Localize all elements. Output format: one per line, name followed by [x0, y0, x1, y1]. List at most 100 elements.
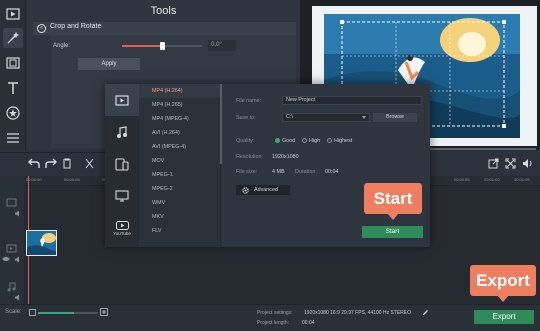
export-callout-pointer — [497, 295, 509, 302]
stickers-tool[interactable] — [3, 103, 23, 123]
start-callout: Start — [364, 183, 422, 214]
track-headers — [0, 176, 24, 304]
format-item-mp4-h265[interactable]: MP4 (H.265) — [139, 98, 221, 112]
status-bar — [0, 304, 540, 331]
zoom-in-icon[interactable] — [100, 308, 108, 316]
project-length-label: Project length: — [257, 320, 289, 326]
ruler-tick: 00:01:00 — [484, 177, 500, 182]
format-category-bar: YouTube — [105, 84, 139, 247]
file-name-label: File name: — [236, 98, 262, 104]
chevron-down-icon — [362, 116, 366, 119]
format-list: MP4 (H.264) MP4 (H.265) MP4 (MPEG-4) AVI… — [139, 84, 221, 247]
crop-rotate-title: Crop and Rotate — [50, 23, 102, 30]
quality-label: Quality: — [236, 138, 255, 144]
ruler-tick: 00:01:05 — [514, 177, 530, 182]
duration-label: Duration: — [295, 169, 317, 175]
angle-slider-handle[interactable] — [160, 42, 165, 50]
detach-icon[interactable] — [488, 158, 499, 169]
tool-strip — [0, 0, 26, 150]
fullscreen-icon[interactable] — [505, 158, 516, 169]
format-item-mkv[interactable]: MKV — [139, 210, 221, 224]
save-to-select[interactable]: C:\ — [282, 113, 370, 122]
category-video[interactable] — [105, 84, 139, 116]
angle-input[interactable]: 0,0° — [208, 40, 236, 51]
quality-high-label: High — [309, 138, 321, 144]
quality-high-radio[interactable] — [302, 138, 307, 143]
video-icon — [115, 94, 129, 106]
trash-icon[interactable] — [62, 158, 72, 169]
magic-wand-tool[interactable] — [3, 28, 23, 48]
format-item-flv[interactable]: FLV — [139, 224, 221, 238]
apply-button[interactable]: Apply — [78, 58, 140, 70]
ruler-tick: 00:00:55 — [454, 177, 470, 182]
text-t-icon — [8, 81, 18, 94]
format-item-mp4-mpeg4[interactable]: MP4 (MPEG-4) — [139, 112, 221, 126]
track-volume-icon[interactable] — [14, 294, 22, 301]
back-arrow-icon[interactable]: « — [37, 24, 46, 33]
youtube-icon — [115, 220, 129, 230]
save-to-value: C:\ — [286, 114, 293, 120]
category-audio[interactable] — [105, 116, 139, 148]
quality-highest-radio[interactable] — [327, 138, 332, 143]
list-icon — [7, 133, 19, 143]
project-settings-value: 1920x1080 16:9 29.97 FPS, 44100 Hz STERE… — [304, 310, 412, 316]
monitor-icon — [115, 190, 129, 202]
save-to-label: Save to: — [236, 115, 256, 121]
format-item-avi-h264[interactable]: AVI (H.264) — [139, 126, 221, 140]
tools-title: Tools — [150, 5, 177, 17]
quality-highest-label: Highest — [334, 138, 353, 144]
crop-rotate-header[interactable]: « Crop and Rotate — [33, 22, 296, 35]
youtube-label: YouTube — [113, 230, 131, 236]
file-size-label: File size: — [236, 169, 258, 175]
advanced-button[interactable]: Advanced — [236, 185, 290, 195]
track-volume-icon[interactable] — [14, 210, 22, 217]
redo-icon[interactable] — [45, 158, 57, 169]
format-item-mpeg2[interactable]: MPEG-2 — [139, 182, 221, 196]
category-youtube[interactable]: YouTube — [105, 212, 139, 244]
track-volume-icon[interactable] — [14, 256, 22, 263]
export-callout: Export — [470, 265, 536, 296]
quality-good-radio[interactable] — [275, 138, 280, 143]
video-clip-tool[interactable] — [3, 4, 23, 24]
export-dialog: YouTube MP4 (H.264) MP4 (H.265) MP4 (MPE… — [105, 84, 430, 247]
quality-good-label: Good — [282, 138, 296, 144]
category-tv[interactable] — [105, 180, 139, 212]
clip-thumbnail — [27, 231, 56, 255]
start-button[interactable]: Start — [362, 226, 423, 238]
devices-icon — [115, 157, 129, 171]
format-item-avi-mpeg4[interactable]: AVI (MPEG-4) — [139, 140, 221, 154]
angle-label: Angle: — [53, 43, 71, 49]
format-item-wmv[interactable]: WMV — [139, 196, 221, 210]
angle-slider-fill — [122, 45, 162, 47]
undo-icon[interactable] — [28, 158, 40, 169]
export-button[interactable]: Export — [474, 310, 534, 324]
cut-icon[interactable] — [84, 158, 95, 169]
project-settings-label: Project settings: — [257, 310, 293, 316]
more-tools[interactable] — [3, 128, 23, 148]
format-list-scrollbar[interactable] — [220, 84, 222, 164]
gear-icon — [242, 187, 249, 194]
titles-tool[interactable] — [3, 78, 23, 98]
volume-icon[interactable] — [522, 158, 534, 169]
film-icon — [6, 8, 20, 20]
browse-button[interactable]: Browse — [373, 113, 417, 122]
filmstrip-icon — [6, 57, 20, 69]
project-length-value: 00:04 — [302, 320, 315, 326]
zoom-out-icon[interactable] — [29, 309, 36, 316]
format-item-mpeg1[interactable]: MPEG-1 — [139, 168, 221, 182]
resolution-value: 1920x1080 — [272, 154, 299, 160]
music-note-icon — [117, 125, 127, 138]
star-circle-icon — [6, 106, 20, 120]
overlay-track-icon — [6, 198, 17, 207]
format-item-mp4-h264[interactable]: MP4 (H.264) — [139, 84, 221, 98]
pencil-icon[interactable] — [422, 309, 429, 316]
file-size-value: 4 MB — [272, 169, 285, 175]
filters-tool[interactable] — [3, 53, 23, 73]
magic-wand-icon — [7, 32, 19, 44]
track-visibility-icon[interactable] — [2, 256, 10, 262]
video-clip[interactable] — [26, 230, 57, 256]
format-item-mov[interactable]: MOV — [139, 154, 221, 168]
file-name-input[interactable]: New Project — [282, 96, 422, 105]
ruler-tick: 00:00:05 — [64, 177, 80, 182]
category-devices[interactable] — [105, 148, 139, 180]
